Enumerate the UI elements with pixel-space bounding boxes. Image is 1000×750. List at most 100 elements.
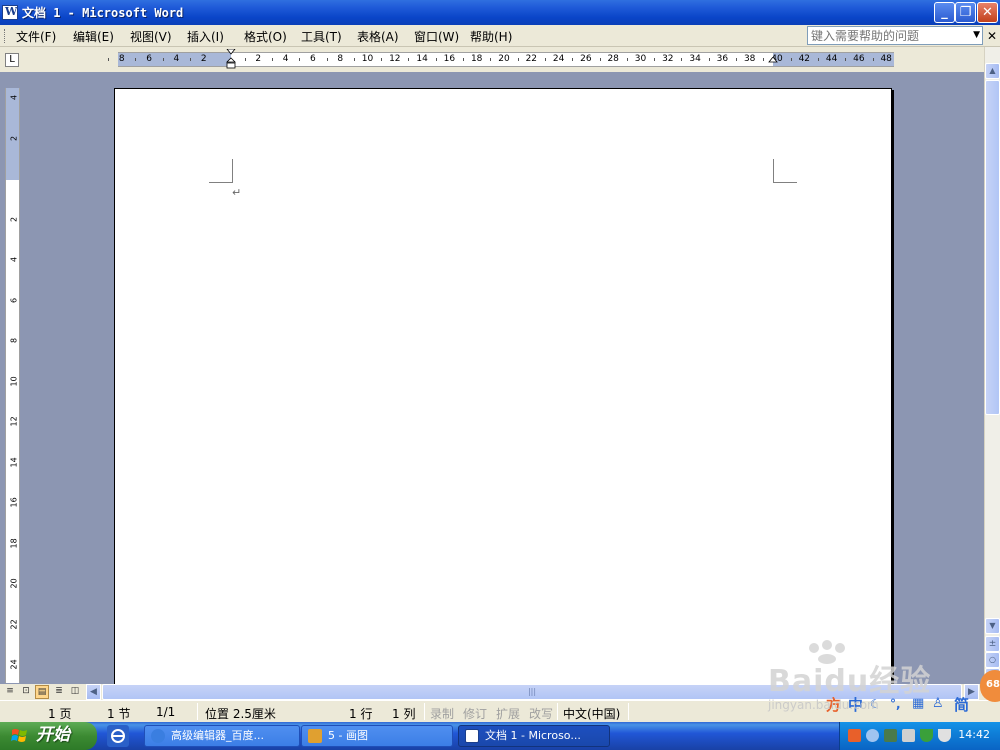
start-button[interactable]: 开始 <box>0 722 97 750</box>
ruler-tick <box>353 58 355 61</box>
ime-moon-icon[interactable]: ☾ <box>870 697 881 711</box>
ime-chinese-mode[interactable]: 中 <box>848 694 863 715</box>
status-overtype[interactable]: 改写 <box>529 705 553 722</box>
normal-view-button[interactable]: ≡ <box>3 685 17 699</box>
previous-page-button[interactable]: ± <box>985 636 1000 652</box>
browse-object-button[interactable]: ○ <box>985 652 1000 668</box>
sogou-ime-icon[interactable]: 方 <box>826 694 841 715</box>
menu-file[interactable]: 文件(F) <box>16 28 56 45</box>
ruler-tick <box>817 58 819 61</box>
toolbar-grip[interactable] <box>4 29 7 43</box>
vertical-ruler[interactable]: 4 2 2 4 6 8 10 12 14 16 18 20 22 24 <box>5 88 20 683</box>
maximize-button[interactable]: ❐ <box>955 2 976 23</box>
task-browser[interactable]: 高级编辑器_百度... <box>144 725 300 747</box>
close-document-icon[interactable]: ✕ <box>987 29 997 43</box>
ime-user-icon[interactable]: ♙ <box>932 696 944 711</box>
ruler-label: 46 <box>853 54 865 64</box>
status-page-count: 1/1 <box>156 705 176 719</box>
help-search-box[interactable]: ▼ <box>807 26 983 45</box>
ruler-label: 18 <box>9 537 19 548</box>
ruler-label: 32 <box>662 54 674 64</box>
sogou-tray-icon[interactable] <box>848 729 861 742</box>
ruler-label: 16 <box>443 54 456 64</box>
scroll-up-button[interactable]: ▲ <box>985 63 1000 79</box>
taskbar: 开始 高级编辑器_百度... 5 - 画图 文档 1 - Microso... … <box>0 722 1000 750</box>
tab-selector[interactable]: L <box>5 53 19 67</box>
menu-format[interactable]: 格式(O) <box>244 28 287 45</box>
ruler-tick <box>599 58 601 61</box>
clock[interactable]: 14:42 <box>958 728 990 741</box>
web-view-button[interactable]: ⊡ <box>19 685 33 699</box>
status-page: 1 页 <box>48 707 72 721</box>
ruler-tick <box>490 58 492 61</box>
menu-view[interactable]: 视图(V) <box>130 28 172 45</box>
task-label: 文档 1 - Microso... <box>485 729 581 742</box>
status-language[interactable]: 中文(中国) <box>563 705 620 722</box>
ime-simplified-mode[interactable]: 简 <box>954 694 969 715</box>
ruler-tick <box>544 58 546 61</box>
ruler-label: 24 <box>552 54 565 64</box>
tray-expand-icon[interactable] <box>866 729 879 742</box>
title-bar[interactable]: 文档 1 - Microsoft Word _ ❐ ✕ <box>0 0 1000 25</box>
right-indent-marker[interactable] <box>768 57 778 65</box>
ime-punctuation-icon[interactable]: °, <box>890 697 901 711</box>
menu-edit[interactable]: 编辑(E) <box>73 28 114 45</box>
ruler-label: 2 <box>9 216 19 222</box>
quick-launch-icon[interactable] <box>107 725 129 747</box>
ruler-label: 44 <box>825 54 838 64</box>
paint-icon <box>308 729 322 743</box>
close-button[interactable]: ✕ <box>977 2 998 23</box>
scroll-left-button[interactable]: ◀ <box>86 684 101 700</box>
ime-toolbar[interactable]: 方 中 ☾ °, ▦ ♙ 简 <box>822 694 982 714</box>
status-record[interactable]: 录制 <box>430 705 454 722</box>
security-shield-icon[interactable] <box>920 729 933 742</box>
ruler-tick <box>845 58 847 61</box>
status-track-changes[interactable]: 修订 <box>463 705 487 722</box>
crop-mark-left <box>209 159 233 183</box>
crop-mark-right <box>773 159 797 183</box>
menu-window[interactable]: 窗口(W) <box>414 28 459 45</box>
task-paint[interactable]: 5 - 画图 <box>301 725 453 747</box>
ruler-label: 2 <box>9 135 19 141</box>
menu-tools[interactable]: 工具(T) <box>301 28 342 45</box>
ruler-label: 30 <box>634 54 647 64</box>
volume-icon[interactable] <box>902 729 915 742</box>
ruler-label: 38 <box>743 54 756 64</box>
menu-table[interactable]: 表格(A) <box>357 28 399 45</box>
task-word[interactable]: 文档 1 - Microso... <box>458 725 610 747</box>
minimize-button[interactable]: _ <box>934 2 955 23</box>
vertical-scrollbar[interactable]: ▲ ▼ ± ○ ∓ <box>984 47 1000 684</box>
print-view-button[interactable]: ▤ <box>35 685 49 699</box>
document-page[interactable]: ↵ <box>114 88 892 684</box>
ruler-label: 4 <box>173 54 180 64</box>
status-extend[interactable]: 扩展 <box>496 705 520 722</box>
horizontal-ruler[interactable]: 8 6 4 2 2 4 6 8 10 12 14 16 18 20 22 24 26 28 30 32 34 36 38 40… <box>108 49 894 69</box>
ruler-tick <box>872 58 874 61</box>
left-indent-marker[interactable] <box>226 49 236 69</box>
ruler-label: 20 <box>498 54 510 64</box>
ruler-label: 22 <box>9 618 19 629</box>
antivirus-shield-icon[interactable] <box>938 729 951 742</box>
help-search-input[interactable] <box>808 27 968 44</box>
document-area[interactable]: ↵ <box>24 72 984 684</box>
ruler-label: 22 <box>525 54 538 64</box>
ruler-label: 28 <box>607 54 619 64</box>
network-icon[interactable] <box>884 729 897 742</box>
reading-view-button[interactable]: ◫ <box>68 685 82 699</box>
notification-badge[interactable]: 68 <box>980 670 1000 702</box>
ime-keyboard-icon[interactable]: ▦ <box>912 696 924 711</box>
window-title: 文档 1 - Microsoft Word <box>22 6 184 20</box>
chevron-down-icon[interactable]: ▼ <box>973 30 980 40</box>
word-app-icon[interactable] <box>2 5 18 20</box>
ruler-label: 10 <box>361 54 374 64</box>
ruler-label: 8 <box>337 54 344 64</box>
menu-help[interactable]: 帮助(H) <box>470 28 512 45</box>
ruler-tick <box>736 58 738 61</box>
menu-insert[interactable]: 插入(I) <box>187 28 224 45</box>
word-window: 文档 1 - Microsoft Word _ ❐ ✕ 文件(F) 编辑(E) … <box>0 0 1000 750</box>
scroll-down-button[interactable]: ▼ <box>985 618 1000 634</box>
paragraph-mark: ↵ <box>232 186 242 199</box>
vertical-scroll-thumb[interactable] <box>985 80 1000 415</box>
ruler-label: 2 <box>255 54 262 64</box>
outline-view-button[interactable]: ≣ <box>52 685 66 699</box>
